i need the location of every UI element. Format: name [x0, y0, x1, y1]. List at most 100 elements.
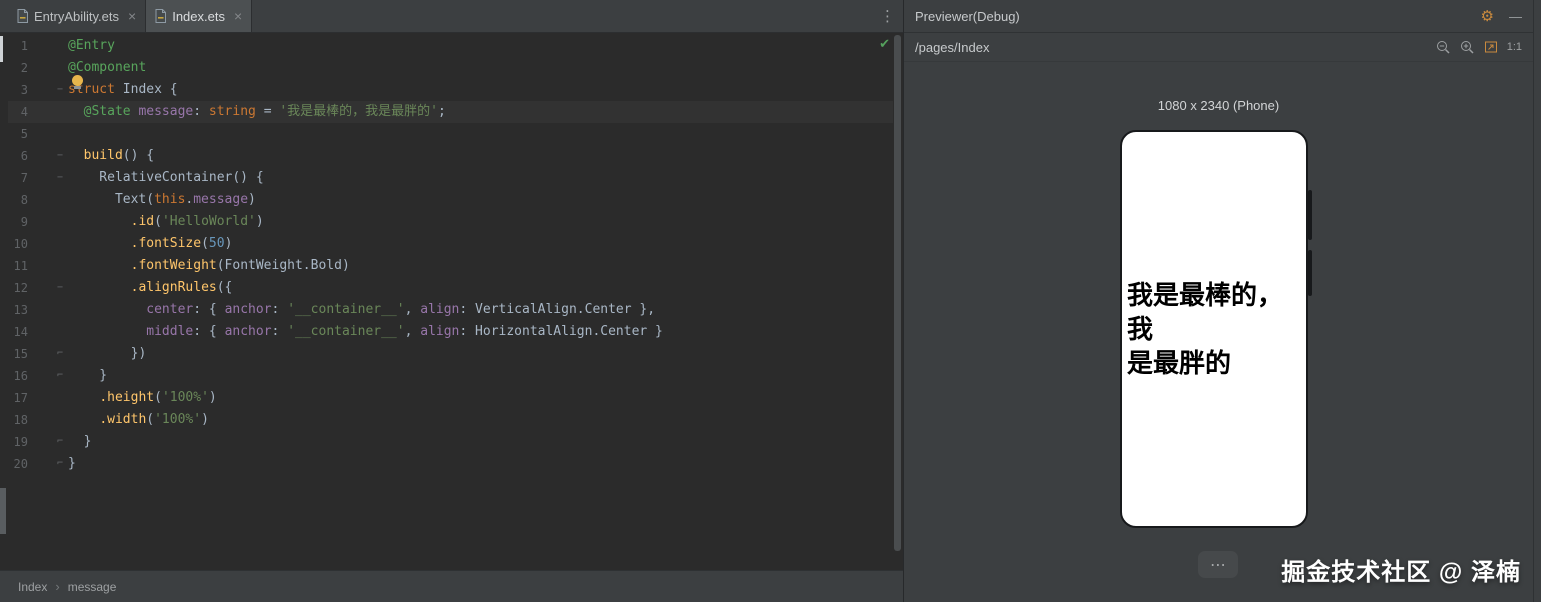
line-number[interactable]: 15 [8, 347, 28, 361]
line-number[interactable]: 3 [8, 83, 28, 97]
code-token: anchor [224, 324, 272, 339]
fit-to-screen-icon[interactable] [1484, 40, 1498, 54]
line-number[interactable]: 20 [8, 457, 28, 471]
code-line[interactable]: build() { [66, 145, 893, 167]
code-token: (FontWeight.Bold) [216, 258, 350, 273]
code-token: ( [146, 412, 155, 427]
line-number[interactable]: 19 [8, 435, 28, 449]
code-token: ) [208, 390, 217, 405]
tab-label: Index.ets [172, 8, 225, 24]
fold-marker-icon[interactable]: − [28, 151, 66, 161]
code-line[interactable]: .alignRules({ [66, 277, 893, 299]
code-token: RelativeContainer() { [68, 170, 264, 185]
phone-side-button [1308, 250, 1312, 296]
code-line[interactable]: }) [66, 343, 893, 365]
more-options-button[interactable]: ⋯ [1198, 551, 1238, 578]
fold-marker-icon[interactable]: ⌐ [28, 437, 66, 447]
code-line[interactable]: } [66, 453, 893, 475]
line-number[interactable]: 17 [8, 391, 28, 405]
code-line[interactable]: .width('100%') [66, 409, 893, 431]
inspection-ok-icon: ✔ [879, 37, 890, 52]
close-icon[interactable]: × [128, 9, 136, 23]
previewer-title: Previewer(Debug) [915, 8, 1020, 24]
tab-index[interactable]: Index.ets × [146, 0, 253, 32]
code-line[interactable]: center: { anchor: '__container__', align… [66, 299, 893, 321]
code-token: .width [99, 412, 147, 427]
line-number[interactable]: 10 [8, 237, 28, 251]
code-line[interactable]: .fontWeight(FontWeight.Bold) [66, 255, 893, 277]
fold-marker-icon[interactable]: ⌐ [28, 459, 66, 469]
line-number[interactable]: 6 [8, 149, 28, 163]
code-token: '100%' [154, 412, 202, 427]
previewer-toolbar: /pages/Index 1:1 [904, 33, 1533, 62]
line-number[interactable]: 13 [8, 303, 28, 317]
line-number[interactable]: 18 [8, 413, 28, 427]
code-line[interactable]: .id('HelloWorld') [66, 211, 893, 233]
zoom-in-icon[interactable] [1460, 40, 1475, 55]
gutter: 1 2 3−4 5 6−7−8 9 10 11 12−13 14 15 ⌐ 16 ⌐ 17 18 19 ⌐ 20 ⌐ [8, 35, 66, 475]
tool-window-stripe [1533, 0, 1541, 602]
code-token: message [193, 192, 249, 207]
line-number[interactable]: 2 [8, 61, 28, 75]
code-token: 'HelloWorld' [161, 214, 256, 229]
code-line[interactable]: Text(this.message) [66, 189, 893, 211]
code-token: .fontWeight [130, 258, 217, 273]
code-line[interactable]: struct Index { [66, 79, 893, 101]
code-editor[interactable]: 1 2 3−4 5 6−7−8 9 10 11 12−13 14 15 ⌐ 16 ⌐ 17 18 19 ⌐ 20 ⌐ … [0, 33, 903, 570]
code-token: build [83, 148, 123, 163]
editor-scrollbar[interactable] [894, 35, 901, 551]
fold-marker-icon[interactable]: ⌐ [28, 371, 66, 381]
fold-marker-icon[interactable]: − [28, 283, 66, 293]
line-number[interactable]: 4 [8, 105, 28, 119]
actual-size-button[interactable]: 1:1 [1507, 41, 1522, 53]
breadcrumb-message[interactable]: message [68, 580, 117, 594]
code-line[interactable]: RelativeContainer() { [66, 167, 893, 189]
line-number[interactable]: 9 [8, 215, 28, 229]
code-line[interactable]: .height('100%') [66, 387, 893, 409]
code-token: ( [154, 214, 162, 229]
kebab-menu-icon[interactable]: ⋮ [880, 7, 895, 25]
zoom-out-icon[interactable] [1436, 40, 1451, 55]
line-number[interactable]: 8 [8, 193, 28, 207]
breadcrumb-index[interactable]: Index [18, 580, 47, 594]
code-line[interactable] [66, 123, 893, 145]
line-number[interactable]: 5 [8, 127, 28, 141]
code-line[interactable]: @State message: string = '我是最棒的，我是最胖的'; [66, 101, 893, 123]
line-number[interactable]: 11 [8, 259, 28, 273]
code-token: center [146, 302, 194, 317]
gear-icon[interactable]: ⚙ [1481, 9, 1494, 24]
code-token: message [138, 104, 194, 119]
code-line[interactable]: middle: { anchor: '__container__', align… [66, 321, 893, 343]
fold-marker-icon[interactable]: − [28, 85, 66, 95]
preview-text-line: 我是最棒的，我 [1127, 280, 1284, 344]
code-token: }) [68, 346, 147, 361]
close-icon[interactable]: × [234, 9, 242, 23]
device-label: 1080 x 2340 (Phone) [1157, 98, 1280, 113]
code-line[interactable]: } [66, 365, 893, 387]
ets-file-icon [17, 9, 28, 23]
line-number[interactable]: 14 [8, 325, 28, 339]
ide-window: EntryAbility.ets × Index.ets × ⋮ 1 2 3−4 5 6… [0, 0, 1541, 602]
intention-bulb-icon[interactable] [72, 75, 83, 89]
minimize-icon[interactable]: — [1509, 10, 1522, 23]
code-line[interactable]: @Entry [66, 35, 893, 57]
tab-entryability[interactable]: EntryAbility.ets × [8, 0, 147, 32]
code-token: } [68, 368, 108, 383]
fold-marker-icon[interactable]: − [28, 173, 66, 183]
code-line[interactable]: } [66, 431, 893, 453]
code-line[interactable]: .fontSize(50) [66, 233, 893, 255]
code-line[interactable]: @Component [66, 57, 893, 79]
line-number[interactable]: 16 [8, 369, 28, 383]
code-token: : [271, 324, 288, 339]
fold-marker-icon[interactable]: ⌐ [28, 349, 66, 359]
code-token: .id [130, 214, 155, 229]
previewer-panel: Previewer(Debug) ⚙ — /pages/Index 1:1 10… [903, 0, 1533, 602]
line-number[interactable]: 7 [8, 171, 28, 185]
line-number[interactable]: 12 [8, 281, 28, 295]
code-token: '__container__' [287, 302, 405, 317]
code-token: 50 [208, 236, 225, 251]
line-number[interactable]: 1 [8, 39, 28, 53]
